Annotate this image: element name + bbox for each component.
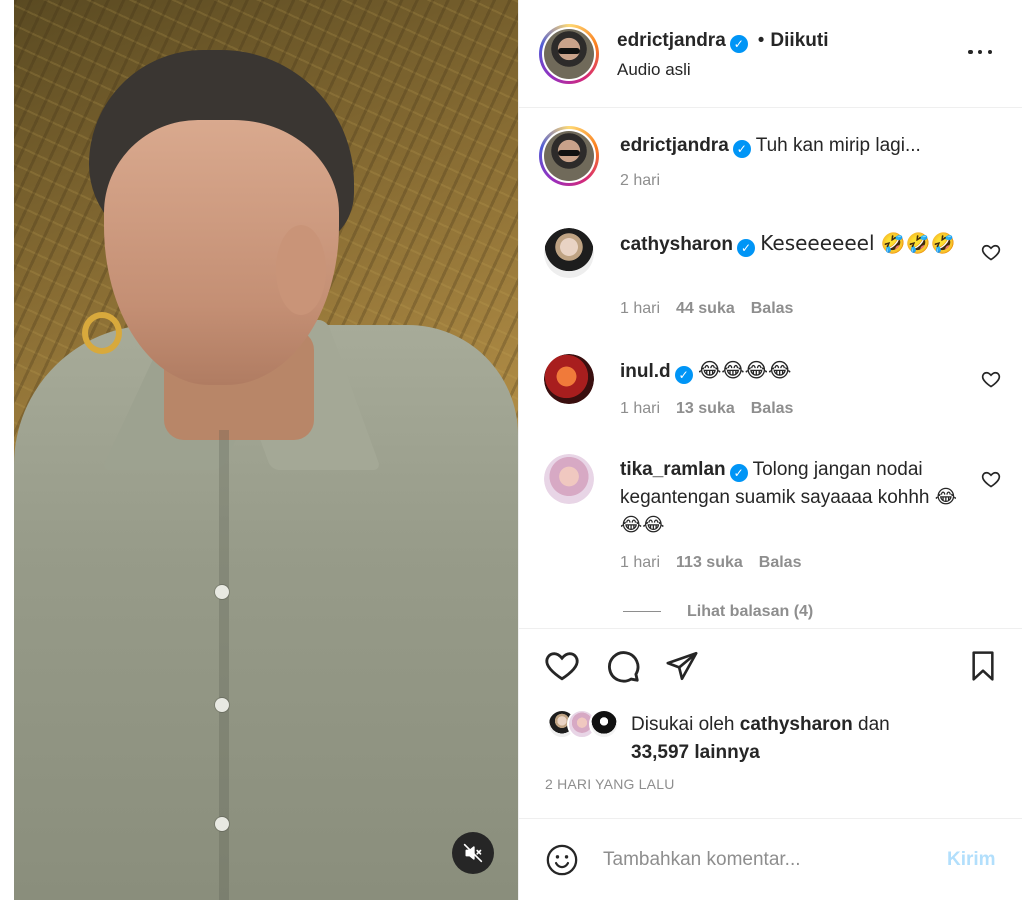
likes-count[interactable]: 33,597 lainnya xyxy=(631,742,760,763)
caption-line: edrictjandra ✓ Tuh kan mirip lagi... xyxy=(620,132,921,160)
comment-text: 😂😂😂😂 xyxy=(697,358,792,382)
share-button[interactable] xyxy=(663,647,701,685)
reply-button[interactable]: Balas xyxy=(751,400,794,417)
audio-muted-icon xyxy=(463,843,483,863)
comment-like-heart-icon[interactable] xyxy=(981,469,1001,489)
liker-avatar xyxy=(589,709,619,739)
likes-mid: dan xyxy=(858,714,890,735)
post-timestamp[interactable]: 2 HARI YANG LALU xyxy=(545,776,675,792)
comment-time[interactable]: 1 hari xyxy=(620,300,660,317)
comment-button[interactable] xyxy=(604,647,642,685)
comment-text: Keseeeeeel 🤣🤣🤣 xyxy=(760,231,956,255)
comment-body: inul.d ✓ 😂😂😂😂 xyxy=(620,356,791,386)
shirt-button xyxy=(215,817,229,831)
shirt-button xyxy=(215,698,229,712)
bookmark-icon xyxy=(972,651,994,681)
verified-badge-icon: ✓ xyxy=(729,35,748,53)
comment-likes[interactable]: 44 suka xyxy=(676,300,735,317)
reply-button[interactable]: Balas xyxy=(751,300,794,317)
comment-time[interactable]: 1 hari xyxy=(620,400,660,417)
comment-username[interactable]: cathysharon xyxy=(620,234,733,255)
comment-icon xyxy=(608,651,640,683)
liker-avatars[interactable] xyxy=(547,709,627,741)
verified-badge-icon: ✓ xyxy=(674,366,693,384)
comments-list[interactable]: edrictjandra ✓ Tuh kan mirip lagi... 2 ha… xyxy=(519,108,1022,628)
reply-button[interactable]: Balas xyxy=(759,554,802,571)
comment-body: tika_ramlan ✓ Tolong jangan nodai kegante… xyxy=(620,456,965,540)
caption-time[interactable]: 2 hari xyxy=(620,172,660,190)
header-user-line: edrictjandra ✓ • Diikuti xyxy=(617,30,828,53)
mute-toggle-button[interactable] xyxy=(452,832,494,874)
ear xyxy=(276,225,326,315)
author-avatar[interactable] xyxy=(539,24,599,84)
view-replies-button[interactable]: Lihat balasan (4) xyxy=(623,603,813,621)
comment-like-heart-icon[interactable] xyxy=(981,369,1001,389)
likes-summary: Disukai oleh cathysharon dan 33,597 lain… xyxy=(631,711,890,767)
verified-badge-icon: ✓ xyxy=(729,464,748,482)
caption-text: Tuh kan mirip lagi... xyxy=(755,135,921,156)
heart-icon xyxy=(545,652,579,681)
comment-avatar[interactable] xyxy=(544,354,594,404)
like-button[interactable] xyxy=(543,647,581,685)
comment-time[interactable]: 1 hari xyxy=(620,554,660,571)
emoji-button[interactable] xyxy=(545,843,579,877)
shirt-button xyxy=(215,585,229,599)
verified-badge-icon: ✓ xyxy=(732,140,751,158)
post-comment-button[interactable]: Kirim xyxy=(947,849,996,871)
emoji-icon xyxy=(546,844,578,876)
post-side-panel: edrictjandra ✓ • Diikuti Audio asli edrictj… xyxy=(518,0,1022,900)
save-button[interactable] xyxy=(964,647,1002,685)
post-header: edrictjandra ✓ • Diikuti Audio asli xyxy=(519,0,1022,108)
following-status[interactable]: Diikuti xyxy=(770,30,828,51)
likes-user[interactable]: cathysharon xyxy=(740,714,853,735)
replies-divider xyxy=(623,611,661,613)
comment-likes[interactable]: 13 suka xyxy=(676,400,735,417)
gold-ring xyxy=(82,312,122,354)
comment-meta: 1 hari 113 suka Balas xyxy=(620,554,801,572)
more-options-icon[interactable] xyxy=(963,40,997,64)
comment-likes[interactable]: 113 suka xyxy=(676,554,743,571)
caption-avatar[interactable] xyxy=(539,126,599,186)
comment-meta: 1 hari 44 suka Balas xyxy=(620,300,793,318)
comment-meta: 1 hari 13 suka Balas xyxy=(620,400,793,418)
caption-username[interactable]: edrictjandra xyxy=(620,135,729,156)
post-video[interactable] xyxy=(14,0,518,900)
likes-prefix: Disukai oleh xyxy=(631,714,735,735)
comment-composer: Kirim xyxy=(519,818,1022,900)
comment-username[interactable]: inul.d xyxy=(620,361,671,382)
comment-like-heart-icon[interactable] xyxy=(981,242,1001,262)
comment-avatar[interactable] xyxy=(544,228,594,278)
post-actions: Disukai oleh cathysharon dan 33,597 lain… xyxy=(519,628,1022,818)
audio-label[interactable]: Audio asli xyxy=(617,60,691,80)
share-icon xyxy=(666,651,698,681)
verified-badge-icon: ✓ xyxy=(736,239,755,257)
comment-input[interactable] xyxy=(603,845,923,875)
separator-dot: • xyxy=(757,30,765,51)
comment-avatar[interactable] xyxy=(544,454,594,504)
view-replies-label: Lihat balasan (4) xyxy=(687,603,814,620)
author-username[interactable]: edrictjandra xyxy=(617,30,726,51)
comment-username[interactable]: tika_ramlan xyxy=(620,459,726,480)
comment-body: cathysharon ✓ Keseeeeeel 🤣🤣🤣 xyxy=(620,229,965,259)
